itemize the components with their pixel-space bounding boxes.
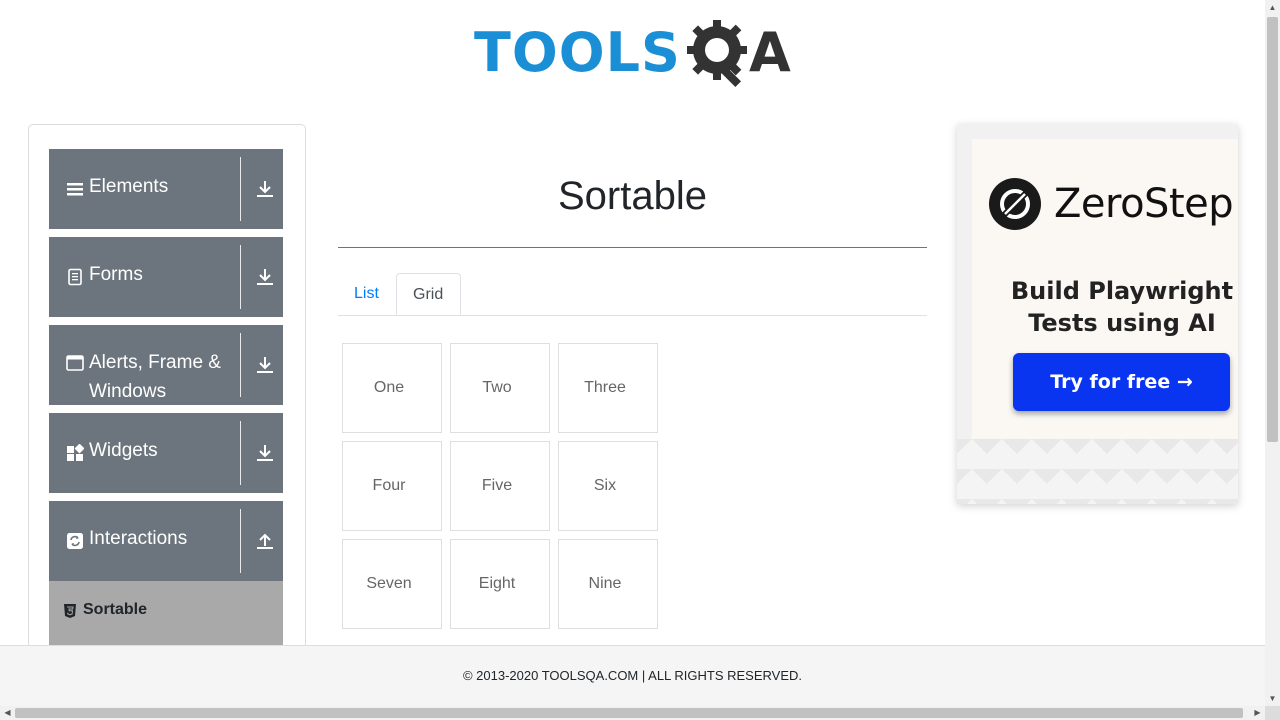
separator	[240, 421, 241, 485]
toolsqa-logo[interactable]: TOOLS A	[474, 16, 796, 90]
scroll-up-icon[interactable]: ▲	[1265, 0, 1280, 15]
scroll-thumb[interactable]	[15, 708, 1243, 718]
zerostep-logo-icon	[989, 178, 1041, 230]
tab-grid[interactable]: Grid	[396, 273, 461, 315]
separator	[240, 245, 241, 309]
footer: © 2013-2020 TOOLSQA.COM | ALL RIGHTS RES…	[0, 645, 1265, 707]
separator	[240, 509, 241, 573]
hamburger-list-icon	[67, 183, 83, 196]
tab-bar: List Grid	[338, 273, 927, 316]
separator	[240, 333, 241, 397]
ad-banner[interactable]: ZeroStep Build Playwright Tests using AI…	[957, 124, 1238, 504]
sidebar-group-label: Elements	[89, 176, 169, 197]
sidebar-group-alerts[interactable]: Alerts, Frame & Windows	[49, 325, 283, 405]
footer-copyright: © 2013-2020 TOOLSQA.COM | ALL RIGHTS RES…	[462, 668, 803, 683]
scroll-right-icon[interactable]: ▶	[1250, 706, 1265, 720]
grid-item-six[interactable]: Six	[558, 441, 658, 531]
ad-cta-button[interactable]: Try for free →	[1013, 353, 1230, 411]
grid-item-seven[interactable]: Seven	[342, 539, 442, 629]
grid-item-four[interactable]: Four	[342, 441, 442, 531]
sidebar-group-label: Interactions	[89, 528, 188, 549]
grid-item-eight[interactable]: Eight	[450, 539, 550, 629]
grid-item-nine[interactable]: Nine	[558, 539, 658, 629]
title-divider	[338, 247, 927, 248]
grid-item-one[interactable]: One	[342, 343, 442, 433]
sidebar-group-forms[interactable]: Forms	[49, 237, 283, 317]
ad-tagline: Build Playwright Tests using AI	[1010, 277, 1234, 337]
upload-arrow-icon[interactable]	[256, 531, 274, 551]
ad-brand: ZeroStep	[1054, 181, 1234, 227]
scroll-thumb[interactable]	[1267, 17, 1278, 442]
sidebar-group-widgets[interactable]: Widgets	[49, 413, 283, 493]
page-title: Sortable	[558, 174, 707, 218]
sortable-grid: One Two Three Four Five Six Seven Eight …	[342, 343, 662, 633]
grid-item-three[interactable]: Three	[558, 343, 658, 433]
logo-text-tools: TOOLS	[474, 21, 681, 84]
sidebar-group-elements[interactable]: Elements	[49, 149, 283, 229]
refresh-cycle-icon	[67, 533, 83, 549]
sidebar-group-label: Widgets	[89, 440, 158, 461]
grid-item-two[interactable]: Two	[450, 343, 550, 433]
download-arrow-icon[interactable]	[256, 267, 274, 287]
download-arrow-icon[interactable]	[256, 443, 274, 463]
sidebar-item-label: Sortable	[83, 601, 148, 618]
ad-logo: ZeroStep	[988, 177, 1234, 231]
vertical-scrollbar[interactable]: ▲ ▼	[1265, 0, 1280, 706]
sidebar-item-sortable[interactable]: Sortable	[49, 581, 283, 645]
scrollbar-corner	[1265, 706, 1280, 720]
horizontal-scrollbar[interactable]: ◀ ▶	[0, 706, 1265, 720]
separator	[240, 157, 241, 221]
sidebar-group-label: Forms	[89, 264, 143, 285]
gear-magnifier-q-icon	[686, 20, 747, 88]
browser-window-icon	[66, 355, 84, 371]
grid-item-five[interactable]: Five	[450, 441, 550, 531]
sidebar: Elements Forms Alerts, Frame & Windows W…	[28, 124, 306, 664]
logo-text-a: A	[748, 21, 791, 84]
widgets-grid-icon	[67, 444, 84, 461]
tab-list[interactable]: List	[338, 273, 396, 314]
document-icon	[68, 268, 82, 286]
scroll-down-icon[interactable]: ▼	[1265, 691, 1280, 706]
ad-background-pattern	[957, 439, 1238, 504]
download-arrow-icon[interactable]	[256, 355, 274, 375]
ad-card: ZeroStep Build Playwright Tests using AI…	[972, 139, 1238, 439]
html5-icon	[64, 604, 76, 618]
sidebar-group-label: Alerts, Frame & Windows	[89, 352, 221, 402]
sidebar-group-interactions[interactable]: Interactions	[49, 501, 283, 581]
download-arrow-icon[interactable]	[256, 179, 274, 199]
scroll-left-icon[interactable]: ◀	[0, 706, 15, 720]
